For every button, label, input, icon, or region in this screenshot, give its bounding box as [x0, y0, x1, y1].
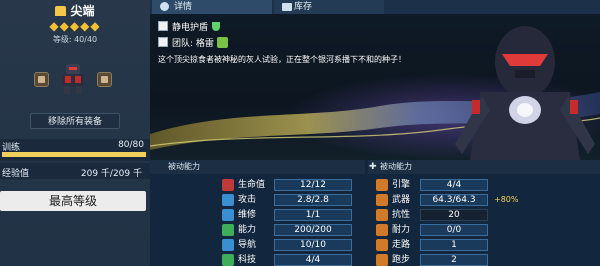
- ability-label: 静电护盾: [172, 23, 209, 33]
- plus-icon: ✚: [369, 162, 377, 172]
- right-stat-row[interactable]: 走路 1: [376, 238, 498, 252]
- left-stat-label: 导航: [238, 240, 257, 250]
- tab-details[interactable]: 详情: [152, 0, 272, 14]
- left-stat-row[interactable]: 能力 200/200: [222, 223, 362, 237]
- unit-description: 这个顶尖掠食者被神秘的灰人试验，正在整个银河系播下不和的种子！: [158, 55, 406, 64]
- crosshair-icon: [376, 194, 388, 206]
- drop-icon: [376, 209, 388, 221]
- left-stat-value: 10/10: [274, 239, 352, 251]
- training-progress-bar: [2, 152, 146, 157]
- passive-header-right: ✚ 被动能力: [368, 160, 600, 174]
- left-stat-label: 维修: [238, 210, 257, 220]
- compass-icon: [222, 239, 234, 251]
- right-stat-value: 4/4: [420, 179, 488, 191]
- flask-icon: [376, 224, 388, 236]
- tab-inventory-label: 库存: [294, 2, 313, 12]
- left-stat-label: 能力: [238, 225, 257, 235]
- engine-icon: [376, 179, 388, 191]
- right-stat-row[interactable]: 抗性 20: [376, 208, 498, 222]
- right-stat-label: 跑步: [392, 255, 411, 265]
- left-stat-value: 200/200: [274, 224, 352, 236]
- walk-icon: [376, 239, 388, 251]
- unit-name: 尖端: [70, 4, 95, 18]
- run-icon: [376, 254, 388, 266]
- level-line: 等级: 40/40: [52, 35, 98, 44]
- experience-label: 经验值: [2, 169, 30, 179]
- tab-details-label: 详情: [174, 2, 193, 12]
- equipment-slot-right[interactable]: [97, 72, 112, 87]
- left-stat-value: 2.8/2.8: [274, 194, 352, 206]
- left-stat-row[interactable]: 科技 4/4: [222, 253, 362, 266]
- unit-sprite: [62, 64, 84, 94]
- rank-stars: ◆◆◆◆◆: [49, 19, 101, 33]
- tab-inventory[interactable]: 库存: [274, 0, 384, 14]
- left-stat-label: 攻击: [238, 195, 257, 205]
- right-stat-label: 走路: [392, 240, 411, 250]
- right-stat-value: 1: [420, 239, 488, 251]
- tab-bar: 详情 库存: [150, 0, 600, 14]
- wrench-icon: [222, 209, 234, 221]
- right-stat-row[interactable]: 跑步 2: [376, 253, 498, 266]
- left-stat-label: 科技: [238, 255, 257, 265]
- right-stat-row[interactable]: 耐力 0/0: [376, 223, 498, 237]
- sword-icon: [222, 194, 234, 206]
- shield-icon: [212, 22, 221, 31]
- experience-box: 经验值 209 千/209 千: [0, 163, 150, 179]
- info-icon: [158, 37, 168, 47]
- passive-header-right-label: 被动能力: [380, 162, 412, 171]
- ability-team[interactable]: 团队: 格雷: [158, 37, 228, 51]
- max-level-button[interactable]: 最高等级: [0, 191, 146, 211]
- right-stat-row[interactable]: 武器 64.3/64.3 +80%: [376, 193, 518, 207]
- team-icon: [216, 37, 228, 48]
- unit-panel: 尖端 ◆◆◆◆◆ 等级: 40/40 移除所有装备 训练 80/80 经验值 2…: [0, 0, 150, 266]
- unit-name-row: 尖端: [0, 2, 150, 18]
- right-stat-label: 引擎: [392, 180, 411, 190]
- person-icon: [222, 224, 234, 236]
- level-value: 40/40: [74, 35, 98, 44]
- aurora-background: [150, 26, 600, 160]
- right-stat-value: 0/0: [420, 224, 488, 236]
- training-value: 80/80: [118, 140, 144, 150]
- training-box: 训练 80/80: [0, 139, 150, 161]
- left-stat-row[interactable]: 维修 1/1: [222, 208, 362, 222]
- training-progress-fill: [2, 152, 146, 157]
- shirt-icon: [282, 3, 292, 11]
- right-stat-value: 20: [420, 209, 488, 221]
- left-stat-label: 生命值: [238, 180, 266, 190]
- left-stat-row[interactable]: 攻击 2.8/2.8: [222, 193, 362, 207]
- right-stat-label: 抗性: [392, 210, 411, 220]
- ability-static-shield[interactable]: 静电护盾: [158, 21, 221, 35]
- passive-header-left: 被动能力: [150, 160, 365, 174]
- ability-label: 团队: 格雷: [172, 39, 214, 49]
- person-icon: [160, 2, 169, 11]
- level-label: 等级: [52, 35, 69, 44]
- right-stat-value: 2: [420, 254, 488, 266]
- chip-icon: [222, 254, 234, 266]
- right-stat-label: 耐力: [392, 225, 411, 235]
- left-stat-value: 12/12: [274, 179, 352, 191]
- right-stat-row[interactable]: 引擎 4/4: [376, 178, 498, 192]
- equipment-slot-left[interactable]: [34, 72, 49, 87]
- info-icon: [158, 21, 168, 31]
- stat-bonus: +80%: [494, 195, 519, 204]
- remove-all-equipment-button[interactable]: 移除所有装备: [30, 113, 120, 129]
- experience-value: 209 千/209 千: [80, 169, 142, 179]
- left-stat-row[interactable]: 导航 10/10: [222, 238, 362, 252]
- right-stat-value: 64.3/64.3: [420, 194, 488, 206]
- right-stat-label: 武器: [392, 195, 411, 205]
- crown-icon: [55, 6, 67, 16]
- left-stat-value: 1/1: [274, 209, 352, 221]
- left-stat-row[interactable]: 生命值 12/12: [222, 178, 362, 192]
- heart-icon: [222, 179, 234, 191]
- left-stat-value: 4/4: [274, 254, 352, 266]
- detail-panel: 静电护盾 团队: 格雷 这个顶尖掠食者被神秘的灰人试验，正在整个银河系播下不和的…: [150, 14, 600, 160]
